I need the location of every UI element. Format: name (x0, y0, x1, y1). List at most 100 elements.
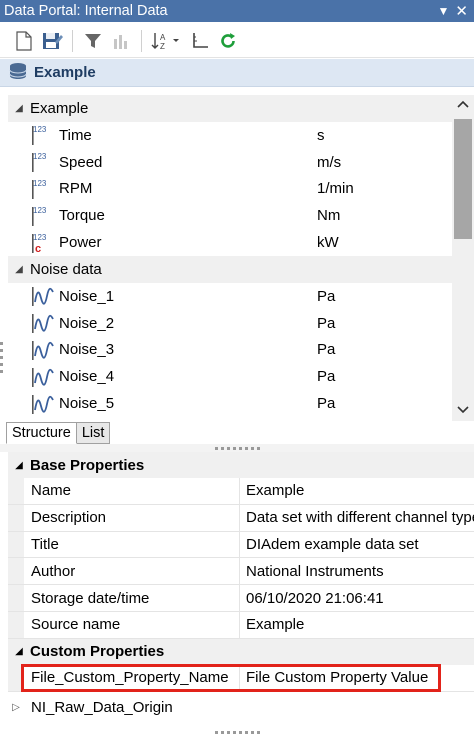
toolbar-separator (141, 29, 142, 52)
waveform-channel-icon (30, 285, 56, 307)
portal-title: Example (34, 64, 96, 81)
property-row[interactable]: Author National Instruments (8, 558, 474, 586)
collapse-icon[interactable]: ◢ (8, 460, 30, 471)
property-row[interactable]: Description Data set with different chan… (8, 504, 474, 532)
svg-text:123: 123 (33, 125, 47, 134)
expand-icon[interactable]: ▷ (8, 702, 24, 713)
window-titlebar: Data Portal: Internal Data ▼ ✕ (0, 0, 474, 22)
property-value[interactable]: Example (240, 482, 474, 499)
channel-name: Noise_3 (59, 341, 115, 359)
properties-panel: ◢ Base Properties Name Example Descripti… (8, 452, 474, 692)
svg-text:123: 123 (33, 152, 47, 161)
tab-structure[interactable]: Structure (6, 422, 77, 444)
collapse-icon[interactable]: ◢ (8, 264, 30, 275)
group-title: Custom Properties (30, 643, 165, 661)
channel-unit: kW (317, 234, 339, 252)
channel-row[interactable]: 123 Torque Nm (8, 202, 452, 229)
left-resize-grip[interactable] (0, 342, 4, 382)
channel-name: Power (59, 234, 102, 252)
property-name: Name (24, 478, 240, 504)
tab-list[interactable]: List (76, 422, 111, 444)
waveform-channel-icon (30, 339, 56, 361)
property-name: Title (24, 531, 240, 558)
group-name: Noise data (30, 260, 102, 278)
svg-text:Z: Z (160, 42, 165, 51)
sort-icon[interactable]: AZ (150, 29, 184, 53)
property-name: Description (24, 504, 240, 531)
numeric-channel-icon: 123 (30, 151, 56, 173)
channel-row[interactable]: Noise_4 Pa (8, 363, 452, 390)
channel-row[interactable]: 123 Speed m/s (8, 149, 452, 176)
channel-unit: Pa (317, 341, 336, 359)
svg-text:123: 123 (33, 233, 47, 242)
property-value[interactable]: 06/10/2020 21:06:41 (240, 590, 474, 607)
filter-icon[interactable] (81, 29, 105, 53)
channel-unit: Pa (317, 368, 336, 386)
pane-splitter[interactable] (0, 444, 474, 452)
channel-row[interactable]: Noise_2 Pa (8, 310, 452, 337)
numeric-channel-icon: 123 (30, 124, 56, 146)
save-icon[interactable] (40, 29, 64, 53)
collapse-icon[interactable]: ◢ (8, 103, 30, 114)
property-row[interactable]: Title DIAdem example data set (8, 531, 474, 559)
svg-text:c: c (35, 243, 41, 254)
property-name: Author (24, 558, 240, 585)
toolbar-separator (72, 29, 73, 52)
channel-row[interactable]: Noise_1 Pa (8, 283, 452, 310)
property-row[interactable]: Source name Example (8, 611, 474, 639)
channel-row[interactable]: 123 RPM 1/min (8, 176, 452, 203)
tree-scrollbar[interactable] (452, 95, 474, 421)
custom-properties-header[interactable]: ◢ Custom Properties (8, 638, 474, 665)
channel-name: Noise_5 (59, 395, 115, 413)
channel-row[interactable]: Noise_3 Pa (8, 337, 452, 364)
collapsed-property-group[interactable]: ▷ NI_Raw_Data_Origin (8, 694, 474, 720)
new-icon[interactable] (12, 29, 36, 53)
scrollbar-thumb[interactable] (454, 119, 472, 239)
group-title: NI_Raw_Data_Origin (31, 698, 173, 716)
close-icon[interactable]: ✕ (455, 2, 468, 20)
channel-name: Time (59, 126, 92, 144)
property-row[interactable]: Name Example (8, 478, 474, 505)
property-name: Source name (24, 611, 240, 638)
channel-name: Torque (59, 207, 105, 225)
group-title: Base Properties (30, 456, 145, 474)
svg-text:A: A (160, 33, 166, 42)
pin-dropdown-icon[interactable]: ▼ (438, 4, 450, 18)
channel-name: Noise_4 (59, 368, 115, 386)
channel-row[interactable]: 123 c Power kW (8, 229, 452, 256)
group-example[interactable]: ◢ Example (8, 95, 452, 122)
channel-name: RPM (59, 180, 93, 198)
property-value[interactable]: DIAdem example data set (240, 536, 474, 553)
base-properties-header[interactable]: ◢ Base Properties (8, 452, 474, 478)
channel-row[interactable]: 123 Time s (8, 122, 452, 149)
scroll-up-icon[interactable] (457, 99, 469, 109)
channel-unit: 1/min (317, 180, 354, 198)
svg-text:123: 123 (33, 206, 47, 215)
property-name: Storage date/time (24, 585, 240, 611)
svg-text:123: 123 (33, 179, 47, 188)
waveform-channel-icon (30, 393, 56, 415)
group-name: Example (30, 100, 89, 117)
property-value[interactable]: Example (240, 616, 474, 633)
property-value[interactable]: National Instruments (240, 563, 474, 580)
collapse-icon[interactable]: ◢ (8, 646, 30, 657)
numeric-channel-icon: 123 (30, 205, 56, 227)
group-noise-data[interactable]: ◢ Noise data (8, 255, 452, 283)
scroll-down-icon[interactable] (457, 405, 469, 415)
channel-unit: s (317, 126, 325, 144)
channel-unit: Pa (317, 395, 336, 413)
axis-icon[interactable] (188, 29, 212, 53)
refresh-icon[interactable] (216, 29, 240, 53)
channel-tree: ◢ Example 123 Time s 123 Speed m/s 123 R… (8, 95, 452, 421)
channel-name: Noise_1 (59, 287, 115, 305)
view-tabs: Structure List (6, 422, 111, 444)
database-icon (8, 62, 28, 84)
property-row[interactable]: Storage date/time 06/10/2020 21:06:41 (8, 585, 474, 612)
channel-name: Noise_2 (59, 314, 115, 332)
property-value[interactable]: Data set with different channel types (240, 509, 474, 526)
channel-row[interactable]: Noise_5 Pa (8, 390, 452, 417)
window-title: Data Portal: Internal Data (4, 3, 168, 19)
portal-header[interactable]: Example (0, 59, 474, 87)
bottom-resize-grip[interactable] (0, 728, 474, 737)
numeric-channel-icon: 123 (30, 178, 56, 200)
